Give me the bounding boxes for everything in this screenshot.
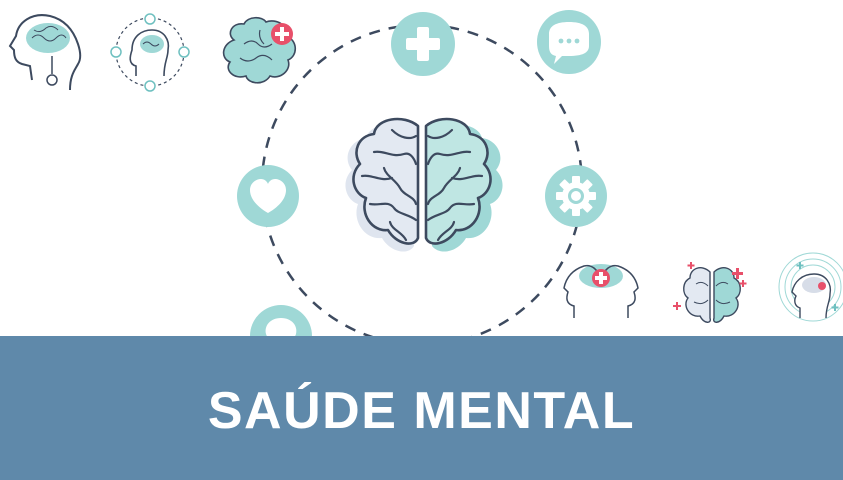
central-brain-icon	[345, 117, 503, 252]
title-banner: SAÚDE MENTAL	[0, 336, 843, 480]
head-brain-icon	[8, 14, 82, 91]
heart-icon	[237, 165, 299, 227]
two-heads-icon	[563, 264, 639, 318]
banner-title: SAÚDE MENTAL	[207, 382, 636, 440]
brain-medical-icon	[222, 16, 297, 84]
brain-sparkles-icon	[673, 262, 747, 323]
mental-health-banner: SAÚDE MENTAL	[0, 0, 843, 480]
medical-cross-icon	[391, 12, 455, 76]
speech-bubble-icon	[537, 10, 601, 74]
head-circles-icon	[778, 252, 843, 322]
head-connections-icon	[110, 13, 190, 92]
gear-icon	[545, 165, 607, 227]
